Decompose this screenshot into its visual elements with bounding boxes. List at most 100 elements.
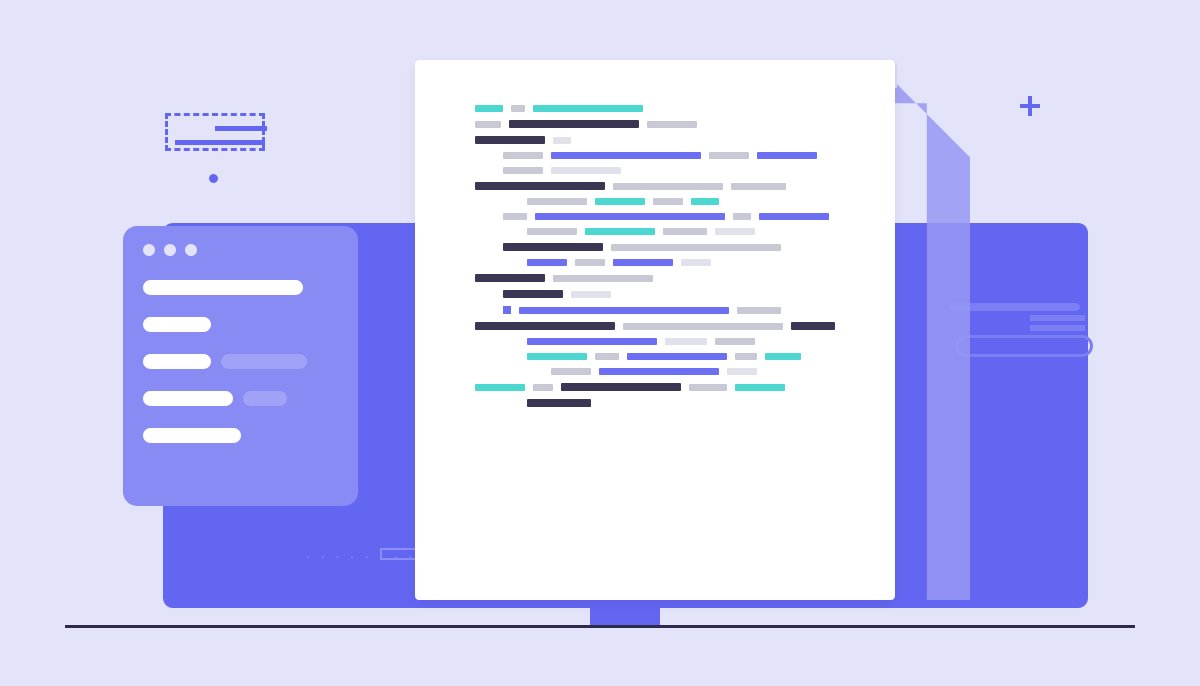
sidebar-row bbox=[143, 280, 338, 295]
sidebar-window bbox=[123, 226, 358, 506]
code-token bbox=[475, 136, 545, 144]
code-token bbox=[595, 353, 619, 360]
desk-baseline bbox=[65, 625, 1135, 628]
code-token bbox=[553, 275, 653, 282]
code-token bbox=[709, 152, 749, 159]
sidebar-pill bbox=[143, 428, 241, 443]
code-line bbox=[527, 338, 840, 345]
code-token bbox=[737, 307, 781, 314]
code-token bbox=[757, 152, 817, 159]
code-line bbox=[475, 182, 840, 190]
monitor-decoration-pill bbox=[955, 335, 1093, 357]
code-line bbox=[503, 213, 840, 220]
sidebar-pill bbox=[143, 354, 211, 369]
code-token bbox=[715, 228, 755, 235]
dashed-annotation-box bbox=[165, 113, 265, 151]
code-token bbox=[475, 105, 503, 112]
code-token bbox=[535, 213, 725, 220]
plus-icon bbox=[1020, 96, 1040, 116]
monitor-decoration-box bbox=[380, 548, 418, 560]
code-token bbox=[551, 152, 701, 159]
code-token bbox=[623, 323, 783, 330]
code-token bbox=[503, 306, 511, 314]
code-token bbox=[575, 259, 605, 266]
sidebar-pill bbox=[221, 354, 307, 369]
code-token bbox=[791, 322, 835, 330]
code-token bbox=[599, 368, 719, 375]
sidebar-pill bbox=[243, 391, 287, 406]
code-line bbox=[503, 306, 840, 314]
sidebar-row bbox=[143, 354, 338, 369]
code-token bbox=[475, 121, 501, 128]
code-token bbox=[503, 290, 563, 298]
code-token bbox=[533, 384, 553, 391]
code-token bbox=[613, 183, 723, 190]
annotation-line bbox=[215, 126, 267, 131]
code-token bbox=[653, 198, 683, 205]
code-token bbox=[627, 353, 727, 360]
code-line bbox=[527, 198, 840, 205]
code-token bbox=[475, 182, 605, 190]
traffic-light-dot-icon bbox=[143, 244, 155, 256]
code-line bbox=[475, 383, 840, 391]
code-token bbox=[765, 353, 801, 360]
code-token bbox=[527, 338, 657, 345]
code-line bbox=[475, 136, 840, 144]
monitor-decoration-bar bbox=[1030, 325, 1085, 331]
code-line bbox=[475, 120, 840, 128]
code-token bbox=[475, 384, 525, 391]
code-token bbox=[665, 338, 707, 345]
code-token bbox=[503, 213, 527, 220]
code-line bbox=[551, 368, 840, 375]
annotation-dot-icon bbox=[209, 174, 218, 183]
code-token bbox=[527, 259, 567, 266]
code-line bbox=[503, 243, 840, 251]
code-line bbox=[475, 105, 840, 112]
sidebar-row bbox=[143, 391, 338, 406]
code-line bbox=[527, 399, 840, 407]
traffic-lights bbox=[143, 244, 338, 256]
code-token bbox=[527, 198, 587, 205]
code-line bbox=[475, 322, 840, 330]
code-token bbox=[553, 137, 571, 144]
code-line bbox=[527, 259, 840, 266]
sidebar-pill bbox=[143, 391, 233, 406]
code-token bbox=[561, 383, 681, 391]
code-token bbox=[503, 243, 603, 251]
code-line bbox=[475, 274, 840, 282]
code-line bbox=[503, 167, 840, 174]
code-token bbox=[519, 307, 729, 314]
sidebar-row bbox=[143, 428, 338, 443]
sidebar-pill bbox=[143, 317, 211, 332]
code-token bbox=[613, 259, 673, 266]
monitor-decoration-bar bbox=[1030, 315, 1085, 321]
code-line bbox=[503, 290, 840, 298]
code-line bbox=[527, 228, 840, 235]
code-token bbox=[733, 213, 751, 220]
sidebar-pill bbox=[143, 280, 303, 295]
code-token bbox=[689, 384, 727, 391]
code-token bbox=[475, 274, 545, 282]
code-token bbox=[533, 105, 643, 112]
code-document bbox=[415, 60, 895, 600]
code-token bbox=[727, 368, 757, 375]
traffic-light-dot-icon bbox=[164, 244, 176, 256]
code-token bbox=[475, 322, 615, 330]
sidebar-row bbox=[143, 317, 338, 332]
code-token bbox=[585, 228, 655, 235]
code-token bbox=[511, 105, 525, 112]
code-token bbox=[527, 399, 591, 407]
code-token bbox=[735, 353, 757, 360]
code-line bbox=[527, 353, 840, 360]
code-token bbox=[647, 121, 697, 128]
code-token bbox=[681, 259, 711, 266]
code-token bbox=[715, 338, 755, 345]
code-token bbox=[571, 291, 611, 298]
code-token bbox=[595, 198, 645, 205]
annotation-line bbox=[175, 140, 265, 145]
code-token bbox=[663, 228, 707, 235]
code-token bbox=[759, 213, 829, 220]
code-token bbox=[503, 152, 543, 159]
code-token bbox=[611, 244, 781, 251]
code-token bbox=[691, 198, 719, 205]
